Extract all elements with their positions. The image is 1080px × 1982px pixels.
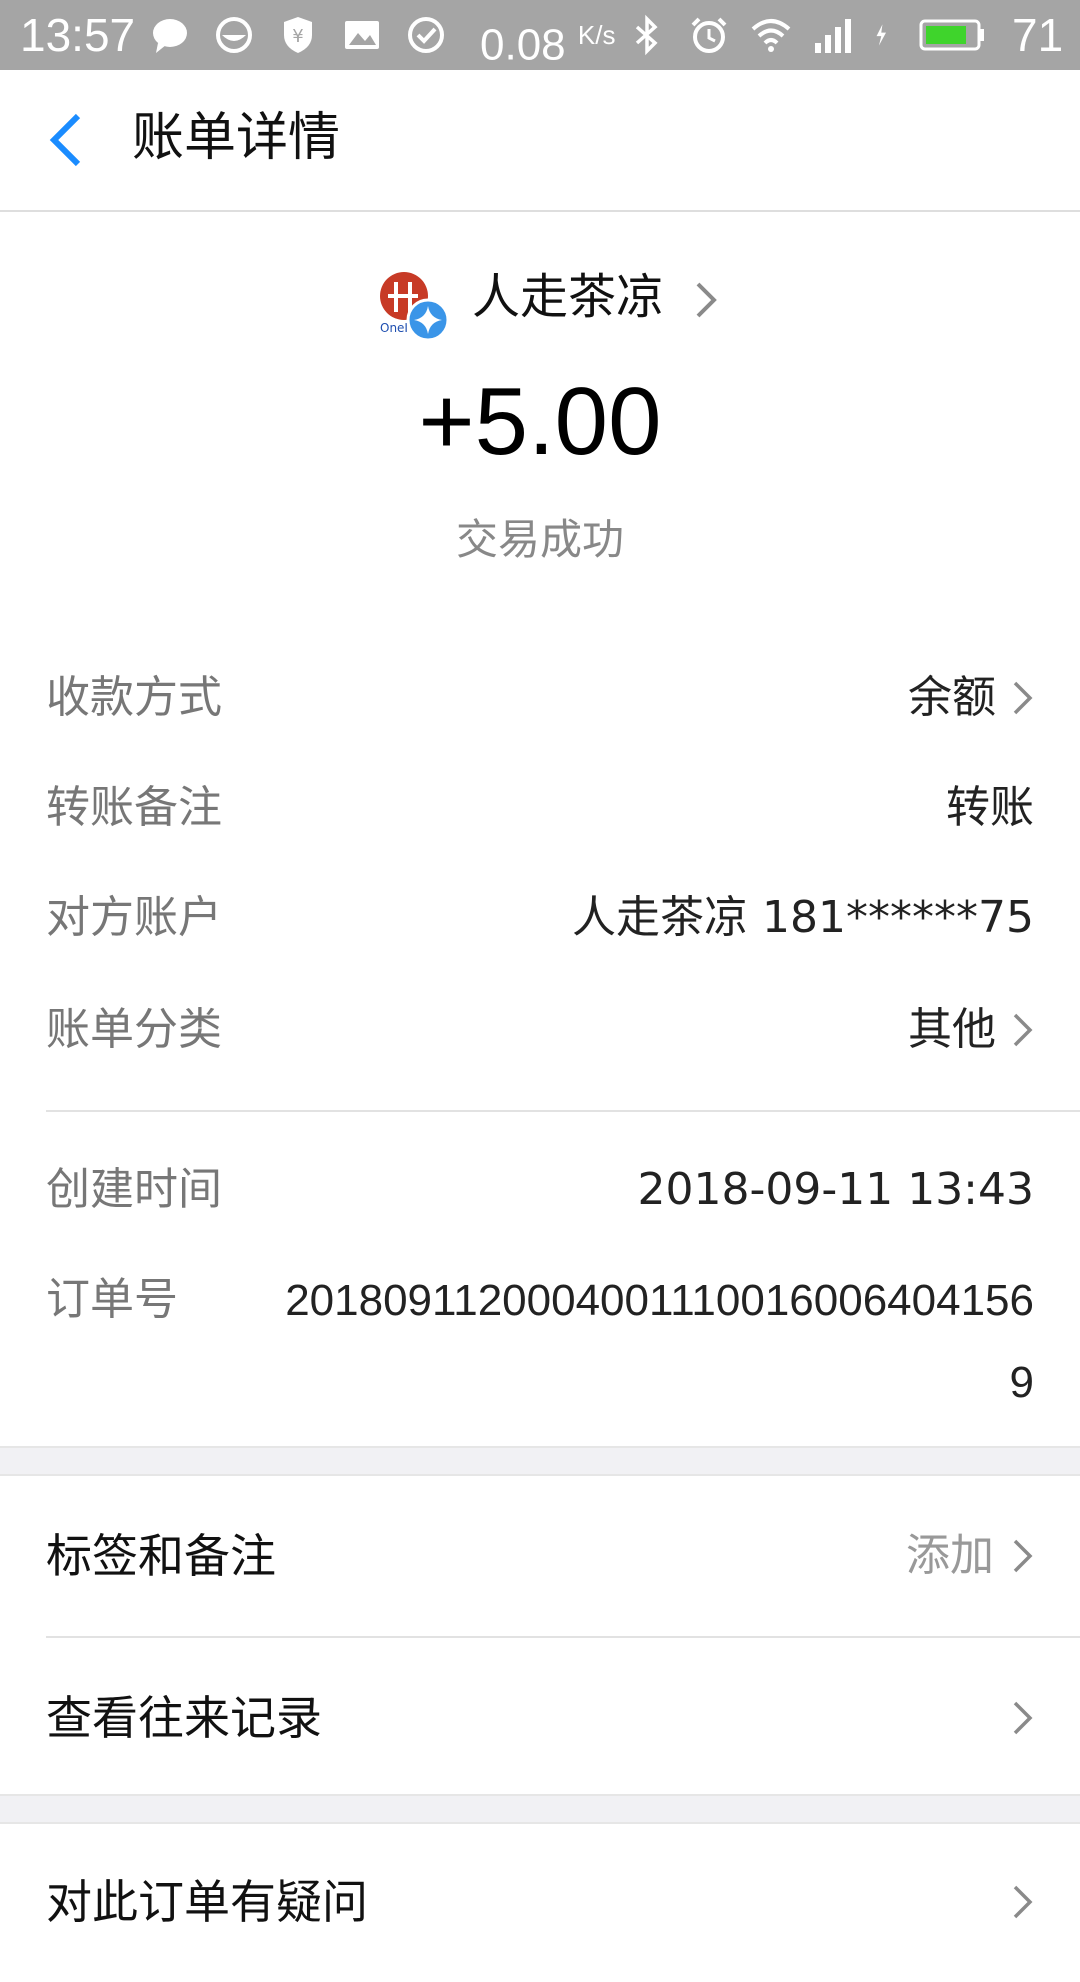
svg-text:OneI: OneI [380, 321, 408, 335]
detail-row-payment-method[interactable]: 收款方式 余额 [46, 658, 1034, 738]
action-label: 查看往来记录 [46, 1691, 322, 1745]
detail-label: 账单分类 [46, 1004, 222, 1055]
bluetooth-icon [635, 14, 658, 56]
order-question-row[interactable]: 对此订单有疑问 [46, 1822, 1034, 1982]
chat-icon [153, 19, 187, 53]
detail-row-created-time: 创建时间 2018-09-11 13:43 [46, 1150, 1034, 1230]
system-icons [625, 12, 987, 58]
shield-yuan-icon: ¥ [284, 17, 312, 53]
action-label: 对此订单有疑问 [46, 1875, 368, 1929]
transaction-status: 交易成功 [455, 515, 624, 564]
app-header: 账单详情 [0, 70, 1080, 212]
add-hint: 添加 [906, 1530, 994, 1581]
chevron-right-icon [1013, 1013, 1033, 1047]
notification-icons: ¥ [148, 12, 448, 58]
chevron-left-icon [49, 113, 81, 167]
detail-label: 订单号 [46, 1274, 178, 1325]
charging-icon [876, 24, 886, 46]
payer-link[interactable]: OneI 人走茶凉 [0, 250, 1080, 350]
back-button[interactable] [38, 108, 94, 172]
network-speed: 0.08 K/s [480, 20, 616, 70]
svg-text:¥: ¥ [292, 26, 303, 47]
action-label: 标签和备注 [46, 1529, 276, 1583]
detail-row-transfer-note: 转账备注 转账 [46, 768, 1034, 848]
detail-row-counterparty: 对方账户 人走茶凉 181******75 [46, 878, 1034, 958]
status-bar: 13:57 ¥ 0.08 K/s 71 [0, 0, 1080, 70]
avatar-icon: OneI [380, 272, 450, 342]
smile-app-icon [216, 17, 252, 53]
alarm-icon [691, 17, 727, 53]
view-history-row[interactable]: 查看往来记录 [46, 1638, 1034, 1798]
chevron-right-icon [696, 282, 717, 318]
battery-icon [919, 19, 984, 51]
transaction-amount: +5.00 [418, 368, 662, 475]
status-time: 13:57 [20, 9, 136, 61]
order-number: 2018091120004001110016006404156 9 [285, 1276, 1034, 1407]
detail-value: 人走茶凉 181******75 [572, 892, 1034, 943]
detail-label: 对方账户 [46, 892, 222, 943]
chevron-right-icon [1013, 1701, 1033, 1735]
detail-row-order-number: 订单号 2018091120004001110016006404156 9 [46, 1260, 1034, 1430]
chevron-right-icon [1013, 1539, 1033, 1573]
section-separator [0, 1794, 1080, 1824]
divider [46, 1110, 1080, 1112]
signal-icon [815, 19, 851, 53]
image-icon [345, 21, 379, 49]
page-title: 账单详情 [132, 108, 341, 168]
chevron-right-icon [1013, 681, 1033, 715]
tags-notes-row[interactable]: 标签和备注 添加 [46, 1476, 1034, 1636]
section-separator [0, 1446, 1080, 1476]
detail-value: 余额 [908, 672, 996, 723]
detail-value: 转账 [946, 782, 1034, 833]
detail-label: 创建时间 [46, 1164, 222, 1215]
detail-row-category[interactable]: 账单分类 其他 [46, 990, 1034, 1070]
detail-label: 转账备注 [46, 782, 222, 833]
check-circle-icon [408, 17, 444, 53]
battery-level: 71 [1012, 9, 1064, 61]
wifi-icon [751, 19, 791, 52]
chevron-right-icon [1013, 1885, 1033, 1919]
detail-label: 收款方式 [46, 672, 222, 723]
detail-value: 2018-09-11 13:43 [637, 1164, 1035, 1215]
detail-value: 其他 [908, 1004, 996, 1055]
payer-name: 人走茶凉 [472, 269, 665, 325]
